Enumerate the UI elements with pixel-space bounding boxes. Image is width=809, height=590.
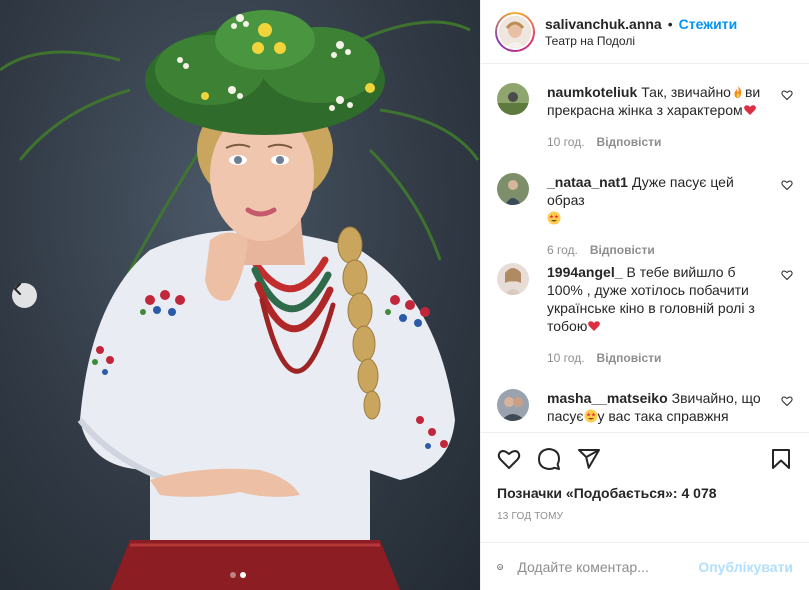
reply-button[interactable]: Відповісти xyxy=(597,133,662,151)
comment-item: masha__matseiko Звичайно, що пасує у вас т… xyxy=(497,389,801,425)
post-photo[interactable] xyxy=(0,0,480,590)
previous-slide-button[interactable] xyxy=(12,283,37,308)
red-heart-emoji-icon xyxy=(588,321,601,331)
publish-button[interactable]: Опублікувати xyxy=(698,559,793,575)
emoji-picker-icon[interactable] xyxy=(497,555,504,579)
author-avatar[interactable] xyxy=(495,11,535,52)
author-username[interactable]: salivanchuk.anna xyxy=(545,16,662,32)
comment-username[interactable]: 1994angel_ xyxy=(547,264,623,280)
comments-list[interactable]: naumkoteliuk Так, звичайно ви прекрасна жі… xyxy=(481,65,809,431)
like-comment-icon[interactable] xyxy=(781,89,793,101)
comment-time: 10 год. xyxy=(547,135,585,149)
post-location[interactable]: Театр на Подолі xyxy=(545,34,737,48)
header-separator: • xyxy=(667,15,673,32)
portrait-illustration xyxy=(0,10,480,590)
comment-text: Так, звичайно xyxy=(641,84,731,100)
like-comment-icon[interactable] xyxy=(781,269,793,281)
star-struck-emoji-icon xyxy=(584,409,598,423)
carousel-dot xyxy=(230,572,236,578)
carousel-dot-active xyxy=(240,572,246,578)
commenter-avatar[interactable] xyxy=(497,173,529,205)
add-comment-bar: Опублікувати xyxy=(481,542,809,590)
comment-input[interactable] xyxy=(517,558,699,575)
speech-bubble-icon xyxy=(538,448,560,470)
carousel-indicator xyxy=(230,572,246,578)
comment-item: _nataa_nat1 Дуже пасує цей образ 6 год. В… xyxy=(497,173,801,259)
commenter-avatar[interactable] xyxy=(497,263,529,295)
comment-item: naumkoteliuk Так, звичайно ви прекрасна жі… xyxy=(497,83,801,151)
comment-username[interactable]: masha__matseiko xyxy=(547,390,668,406)
commenter-avatar[interactable] xyxy=(497,83,529,115)
reply-button[interactable]: Відповісти xyxy=(597,349,662,367)
post-sidebar: salivanchuk.anna • Стежити Театр на Подо… xyxy=(480,0,809,590)
post-actions: Позначки «Подобається»: 4 078 13 ГОД ТОМ… xyxy=(481,432,809,522)
commenter-avatar[interactable] xyxy=(497,389,529,421)
star-struck-emoji-icon xyxy=(547,211,561,225)
likes-count[interactable]: Позначки «Подобається»: 4 078 xyxy=(481,485,809,501)
share-button[interactable] xyxy=(577,447,601,471)
reply-button[interactable]: Відповісти xyxy=(590,241,655,259)
paper-plane-icon xyxy=(578,449,600,469)
post-header: salivanchuk.anna • Стежити Театр на Подо… xyxy=(481,0,809,64)
comment-username[interactable]: _nataa_nat1 xyxy=(547,174,628,190)
instagram-post: salivanchuk.anna • Стежити Театр на Подо… xyxy=(0,0,809,590)
author-avatar-image xyxy=(499,15,531,48)
like-comment-icon[interactable] xyxy=(781,395,793,407)
comment-text-continued: у вас така справжня xyxy=(597,408,729,424)
red-heart-emoji-icon xyxy=(743,105,756,115)
save-button[interactable] xyxy=(769,447,793,471)
comment-time: 6 год. xyxy=(547,243,578,257)
comment-button[interactable] xyxy=(537,447,561,471)
post-timestamp[interactable]: 13 ГОД ТОМУ xyxy=(481,511,809,522)
comment-item: 1994angel_ В тебе вийшло б 100% , дуже хо… xyxy=(497,263,801,367)
follow-button[interactable]: Стежити xyxy=(679,16,738,32)
comment-time: 10 год. xyxy=(547,351,585,365)
like-button[interactable] xyxy=(497,447,521,471)
bookmark-icon xyxy=(772,449,790,469)
heart-icon xyxy=(497,450,521,469)
comment-username[interactable]: naumkoteliuk xyxy=(547,84,637,100)
like-comment-icon[interactable] xyxy=(781,179,793,191)
chevron-left-icon xyxy=(14,283,21,295)
fire-emoji-icon xyxy=(734,86,742,98)
